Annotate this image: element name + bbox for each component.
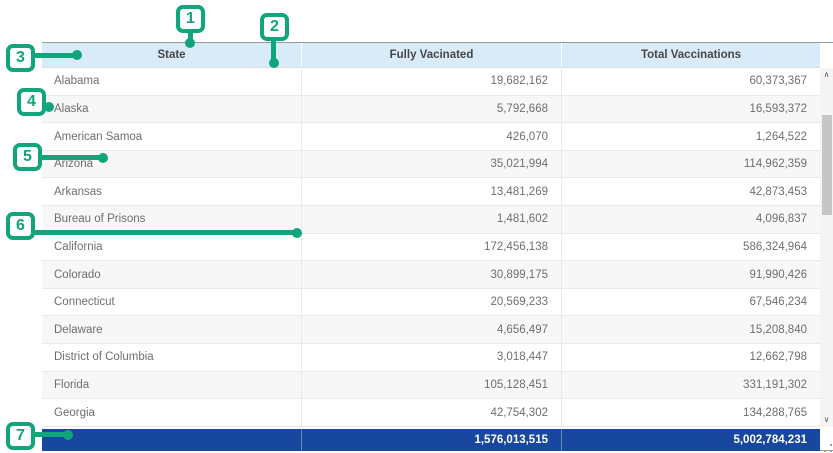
totals-total-vaccinations: 5,002,784,231 bbox=[562, 429, 820, 451]
table-row[interactable]: Georgia42,754,302134,288,765 bbox=[42, 399, 820, 427]
cell-total_vaccinations: 331,191,302 bbox=[562, 372, 820, 399]
cell-total_vaccinations: 4,096,837 bbox=[562, 206, 820, 233]
callout-5-label: 5 bbox=[23, 148, 32, 166]
callout-3-dot bbox=[72, 50, 82, 60]
table-body-area: Alabama19,682,16260,373,367Alaska5,792,6… bbox=[42, 68, 833, 427]
cell-fully_vaccinated: 42,754,302 bbox=[302, 399, 562, 426]
scrollbar-thumb[interactable] bbox=[822, 115, 832, 215]
cell-total_vaccinations: 12,662,798 bbox=[562, 344, 820, 371]
scrollbar-track[interactable] bbox=[820, 82, 833, 413]
callout-6-marker: 6 bbox=[6, 212, 35, 240]
callout-7-dot bbox=[63, 430, 73, 440]
cell-fully_vaccinated: 4,656,497 bbox=[302, 316, 562, 343]
cell-total_vaccinations: 60,373,367 bbox=[562, 68, 820, 95]
cell-state: American Samoa bbox=[42, 123, 302, 150]
cell-total_vaccinations: 134,288,765 bbox=[562, 399, 820, 426]
table-row[interactable]: Colorado30,899,17591,990,426 bbox=[42, 261, 820, 289]
table-row[interactable]: American Samoa426,0701,264,522 bbox=[42, 123, 820, 151]
scroll-up-icon[interactable]: ∧ bbox=[820, 68, 833, 82]
cell-fully_vaccinated: 172,456,138 bbox=[302, 234, 562, 261]
column-header-total-vaccinations[interactable]: Total Vaccinations bbox=[562, 43, 820, 67]
scroll-down-icon[interactable]: ∨ bbox=[820, 413, 833, 427]
cell-state: Connecticut bbox=[42, 289, 302, 316]
callout-3-marker: 3 bbox=[6, 44, 35, 72]
callout-5-stem bbox=[41, 155, 101, 160]
cell-state: Georgia bbox=[42, 399, 302, 426]
vertical-scrollbar[interactable]: ∧ ∨ bbox=[820, 68, 833, 427]
callout-4-marker: 4 bbox=[17, 88, 46, 116]
callout-7-label: 7 bbox=[16, 427, 25, 445]
cell-total_vaccinations: 1,264,522 bbox=[562, 123, 820, 150]
cell-total_vaccinations: 91,990,426 bbox=[562, 261, 820, 288]
cell-total_vaccinations: 16,593,372 bbox=[562, 96, 820, 123]
table-row[interactable]: Delaware4,656,49715,208,840 bbox=[42, 316, 820, 344]
table-row[interactable]: Arizona35,021,994114,962,359 bbox=[42, 151, 820, 179]
cell-state: Delaware bbox=[42, 316, 302, 343]
callout-5-marker: 5 bbox=[13, 143, 42, 171]
cell-fully_vaccinated: 20,569,233 bbox=[302, 289, 562, 316]
cell-fully_vaccinated: 19,682,162 bbox=[302, 68, 562, 95]
callout-5-dot bbox=[98, 153, 108, 163]
table-row[interactable]: Alaska5,792,66816,593,372 bbox=[42, 96, 820, 124]
cell-state: Florida bbox=[42, 372, 302, 399]
callout-2-marker: 2 bbox=[260, 13, 289, 41]
callout-6-label: 6 bbox=[16, 217, 25, 235]
callout-7-marker: 7 bbox=[6, 422, 35, 450]
callout-3-label: 3 bbox=[16, 49, 25, 67]
totals-state-cell bbox=[42, 429, 302, 451]
table-row[interactable]: California172,456,138586,324,964 bbox=[42, 234, 820, 262]
vaccination-attribute-table: State Fully Vacinated Total Vaccinations… bbox=[42, 42, 833, 451]
app-window: State Fully Vacinated Total Vaccinations… bbox=[0, 0, 833, 453]
callout-2-dot bbox=[269, 58, 279, 68]
cell-fully_vaccinated: 105,128,451 bbox=[302, 372, 562, 399]
cell-state: Bureau of Prisons bbox=[42, 206, 302, 233]
table-row[interactable]: Florida105,128,451331,191,302 bbox=[42, 372, 820, 400]
cell-total_vaccinations: 42,873,453 bbox=[562, 178, 820, 205]
totals-row: 1,576,013,515 5,002,784,231 bbox=[42, 429, 820, 451]
callout-1-label: 1 bbox=[186, 10, 195, 28]
cell-total_vaccinations: 114,962,359 bbox=[562, 151, 820, 178]
cell-fully_vaccinated: 426,070 bbox=[302, 123, 562, 150]
cell-state: District of Columbia bbox=[42, 344, 302, 371]
cell-state: Arkansas bbox=[42, 178, 302, 205]
callout-1-dot bbox=[185, 38, 195, 48]
callout-1-marker: 1 bbox=[176, 5, 205, 33]
table-header-row: State Fully Vacinated Total Vaccinations bbox=[42, 43, 820, 68]
cell-state: Alaska bbox=[42, 96, 302, 123]
cell-fully_vaccinated: 3,018,447 bbox=[302, 344, 562, 371]
callout-2-label: 2 bbox=[270, 18, 279, 36]
callout-7-stem bbox=[33, 432, 66, 437]
cell-total_vaccinations: 586,324,964 bbox=[562, 234, 820, 261]
cell-total_vaccinations: 15,208,840 bbox=[562, 316, 820, 343]
cell-state: California bbox=[42, 234, 302, 261]
table-body: Alabama19,682,16260,373,367Alaska5,792,6… bbox=[42, 68, 820, 427]
cell-fully_vaccinated: 5,792,668 bbox=[302, 96, 562, 123]
table-row[interactable]: Alabama19,682,16260,373,367 bbox=[42, 68, 820, 96]
cell-total_vaccinations: 67,546,234 bbox=[562, 289, 820, 316]
cell-fully_vaccinated: 13,481,269 bbox=[302, 178, 562, 205]
cell-state: Colorado bbox=[42, 261, 302, 288]
cell-fully_vaccinated: 30,899,175 bbox=[302, 261, 562, 288]
cell-state: Alabama bbox=[42, 68, 302, 95]
table-row[interactable]: Arkansas13,481,26942,873,453 bbox=[42, 178, 820, 206]
cell-fully_vaccinated: 35,021,994 bbox=[302, 151, 562, 178]
table-row[interactable]: Connecticut20,569,23367,546,234 bbox=[42, 289, 820, 317]
resize-grip[interactable] bbox=[824, 444, 832, 452]
cell-fully_vaccinated: 1,481,602 bbox=[302, 206, 562, 233]
totals-fully-vaccinated: 1,576,013,515 bbox=[302, 429, 562, 451]
callout-6-stem bbox=[33, 230, 295, 235]
callout-4-label: 4 bbox=[27, 93, 36, 111]
callout-6-dot bbox=[292, 228, 302, 238]
callout-2-stem bbox=[271, 39, 276, 60]
column-header-fully-vaccinated[interactable]: Fully Vacinated bbox=[302, 43, 562, 67]
table-row[interactable]: District of Columbia3,018,44712,662,798 bbox=[42, 344, 820, 372]
